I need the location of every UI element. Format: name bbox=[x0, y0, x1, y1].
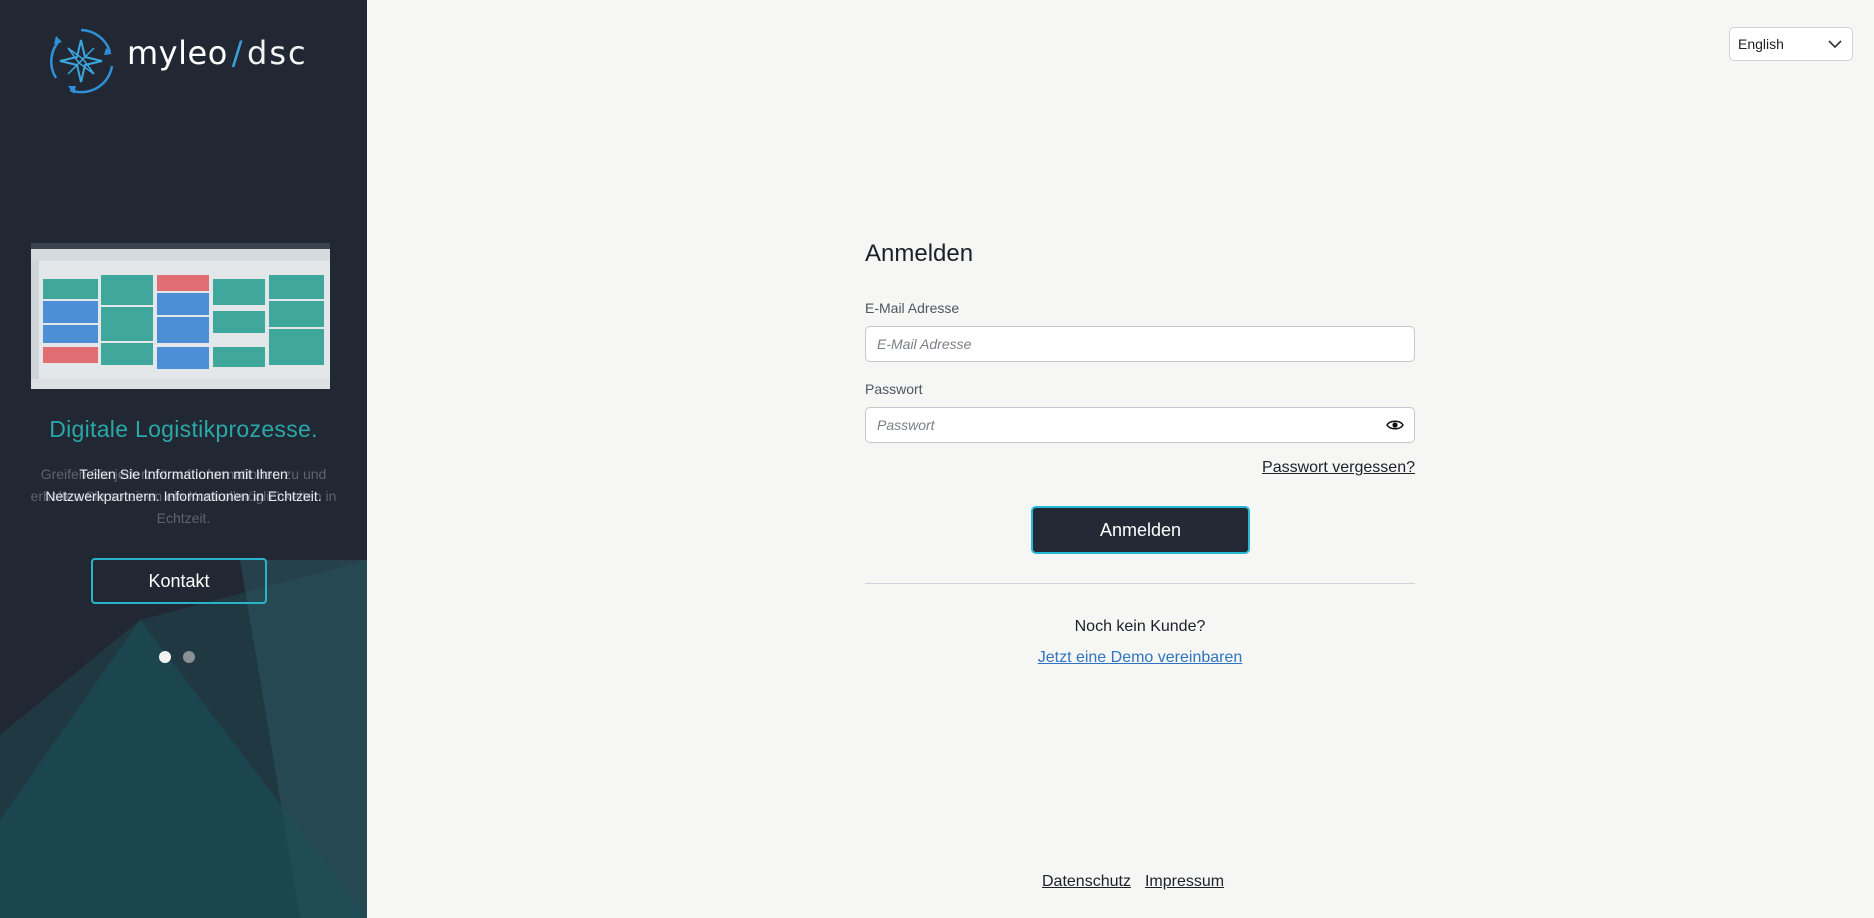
chevron-down-icon bbox=[1828, 40, 1842, 49]
calendar-preview-image bbox=[31, 243, 330, 389]
email-input[interactable] bbox=[866, 327, 1377, 361]
password-input[interactable] bbox=[866, 408, 1377, 442]
privacy-link[interactable]: Datenschutz bbox=[1042, 873, 1131, 890]
email-label: E-Mail Adresse bbox=[865, 300, 960, 316]
password-label: Passwort bbox=[865, 381, 923, 397]
slide-title: Digitale Logistikprozesse. bbox=[49, 416, 318, 442]
no-customer-text: Noch kein Kunde? bbox=[1074, 618, 1206, 635]
password-field-box bbox=[865, 407, 1415, 443]
email-field-box bbox=[865, 326, 1415, 362]
footer-links: Datenschutz Impressum bbox=[1042, 873, 1238, 891]
contact-button[interactable]: Kontakt bbox=[91, 558, 267, 604]
request-demo-link[interactable]: Jetzt eine Demo vereinbaren bbox=[865, 649, 1415, 667]
brand-slash: / bbox=[231, 34, 244, 72]
login-title: Anmelden bbox=[865, 240, 974, 267]
imprint-link[interactable]: Impressum bbox=[1145, 873, 1224, 890]
brand-product: dsc bbox=[247, 34, 308, 72]
slide-screenshot bbox=[31, 243, 330, 389]
forgot-password-link[interactable]: Passwort vergessen? bbox=[1262, 459, 1415, 477]
slide-text: Teilen Sie Informationen mit Ihren Netzw… bbox=[45, 466, 322, 504]
language-select-value: English bbox=[1738, 36, 1784, 52]
promo-panel: myleo / dsc Digitale Logistikprozesse. G… bbox=[0, 0, 367, 918]
carousel-dot-2[interactable] bbox=[183, 651, 195, 663]
compass-star-logo-icon bbox=[50, 28, 114, 94]
background-shapes bbox=[0, 560, 367, 918]
brand-wordmark: myleo / dsc bbox=[127, 34, 308, 72]
divider bbox=[865, 583, 1415, 584]
eye-icon[interactable] bbox=[1386, 419, 1404, 431]
language-select[interactable]: English bbox=[1729, 27, 1853, 61]
brand-name: myleo bbox=[127, 34, 228, 72]
login-submit-button[interactable]: Anmelden bbox=[1031, 506, 1250, 554]
carousel-dot-1[interactable] bbox=[159, 651, 171, 663]
carousel-dots bbox=[159, 650, 207, 668]
